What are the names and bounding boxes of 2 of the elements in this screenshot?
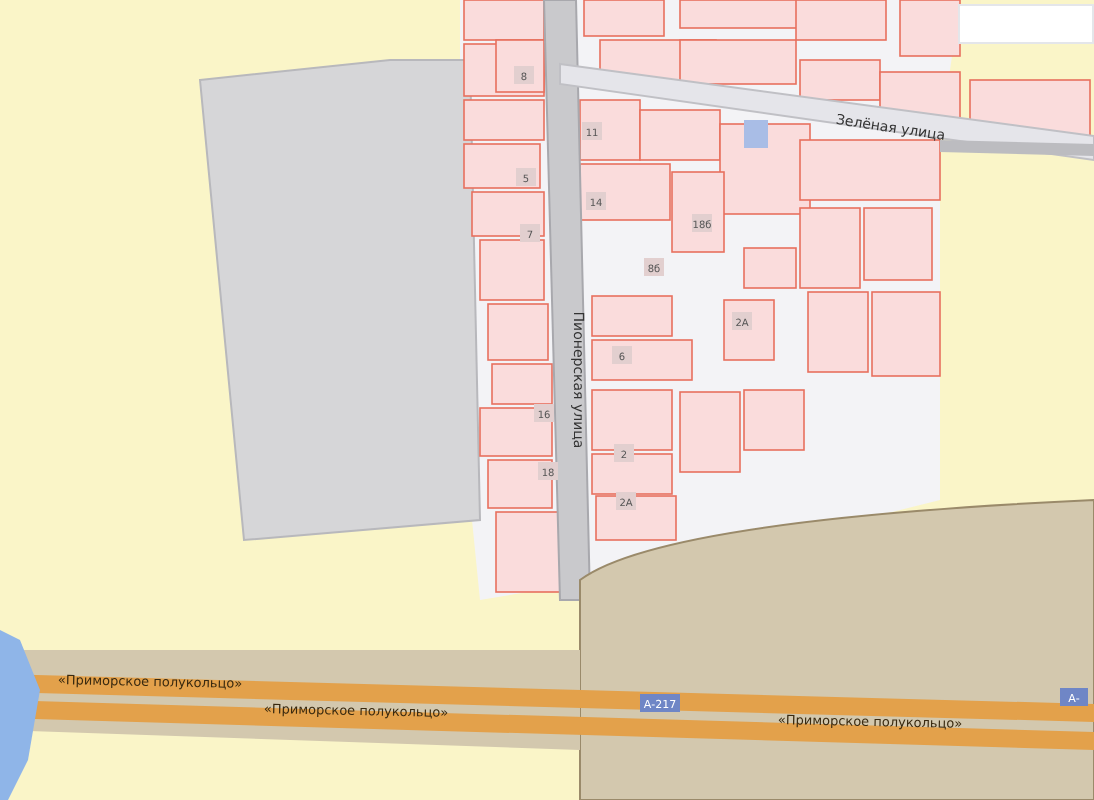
map-overlay-panel [958, 4, 1094, 44]
pond-shape [744, 120, 768, 148]
